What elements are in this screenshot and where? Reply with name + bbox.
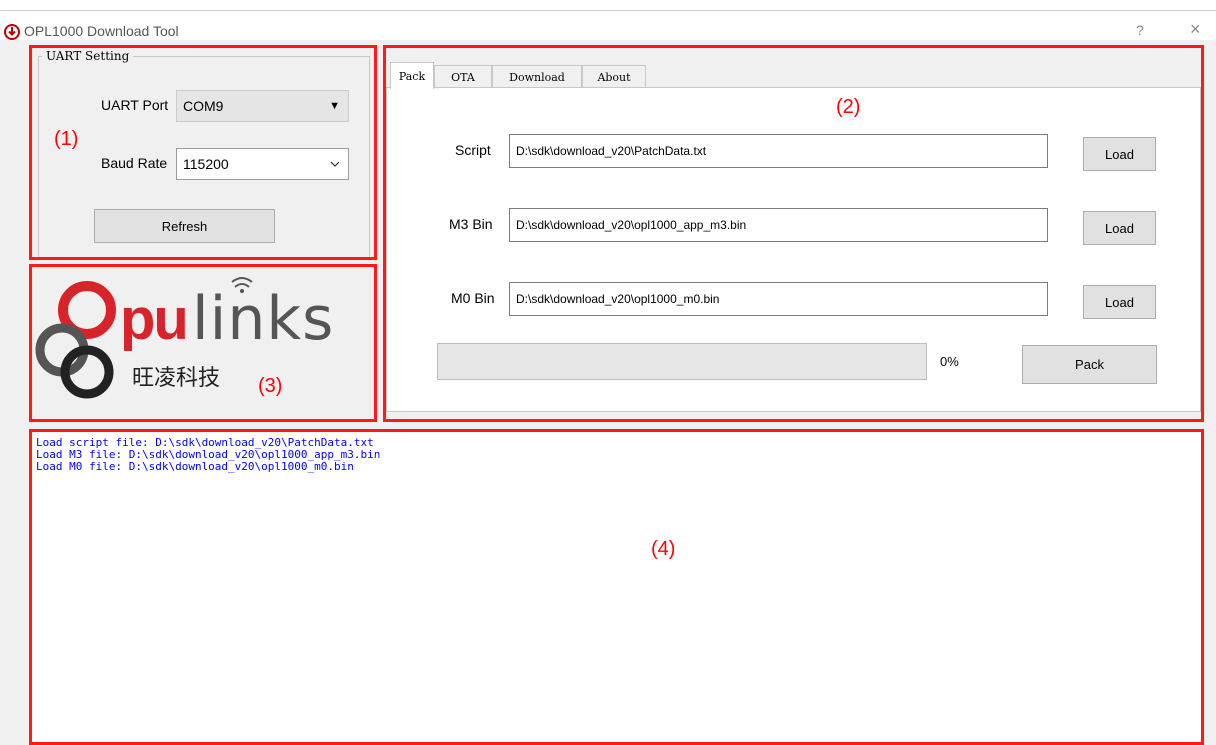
download-app-icon — [4, 24, 20, 40]
close-button[interactable]: × — [1190, 19, 1201, 40]
annotation-label-3: (3) — [258, 375, 283, 397]
annotation-label-2: (2) — [836, 96, 861, 118]
title-bar-divider — [0, 10, 1216, 11]
annotation-box-2 — [383, 45, 1204, 422]
annotation-label-4: (4) — [651, 538, 676, 560]
tab-pack[interactable]: Pack — [390, 62, 434, 89]
annotation-label-1: (1) — [54, 128, 79, 150]
window-title: OPL1000 Download Tool — [24, 23, 179, 39]
help-button[interactable]: ? — [1136, 22, 1144, 38]
annotation-box-4 — [29, 429, 1204, 745]
title-bar: OPL1000 Download Tool ? × — [0, 0, 1216, 40]
annotation-box-3 — [29, 264, 377, 422]
annotation-box-1 — [29, 45, 377, 260]
